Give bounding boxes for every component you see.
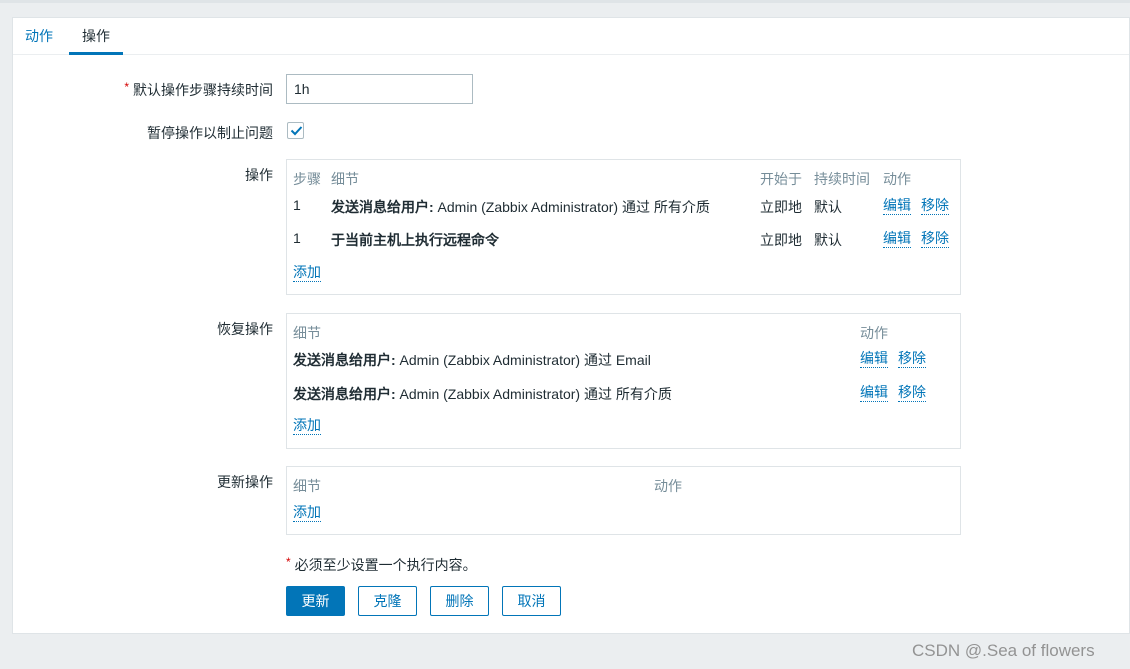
watermark: CSDN @.Sea of flowers bbox=[912, 641, 1095, 660]
update-operations-label: 更新操作 bbox=[217, 474, 273, 490]
delete-button[interactable]: 删除 bbox=[430, 586, 489, 616]
update-operations-table: 细节 动作 添加 bbox=[286, 466, 961, 535]
row2-duration: 默认 bbox=[814, 232, 842, 248]
default-duration-input[interactable] bbox=[286, 74, 473, 104]
pause-suppressed-checkbox[interactable] bbox=[287, 122, 304, 139]
recovery-operations-label: 恢复操作 bbox=[217, 321, 273, 337]
update-add-link[interactable]: 添加 bbox=[293, 504, 321, 522]
action-form-panel: 动作 操作 *默认操作步骤持续时间 暂停操作以制止问题 操作 步骤 细节 开始于… bbox=[12, 17, 1130, 634]
recovery-row1-edit-link[interactable]: 编辑 bbox=[860, 350, 888, 368]
recovery-row2-remove-link[interactable]: 移除 bbox=[898, 384, 926, 402]
row1-duration: 默认 bbox=[814, 199, 842, 215]
update-button[interactable]: 更新 bbox=[286, 586, 345, 616]
row2-remove-link[interactable]: 移除 bbox=[921, 230, 949, 248]
pause-suppressed-label: 暂停操作以制止问题 bbox=[147, 125, 273, 141]
header-start-in: 开始于 bbox=[760, 171, 802, 187]
tab-bar: 动作 操作 bbox=[13, 18, 1129, 55]
header-details: 细节 bbox=[331, 171, 359, 187]
row1-details: 发送消息给用户: Admin (Zabbix Administrator) 通过… bbox=[331, 199, 710, 215]
row2-details: 于当前主机上执行远程命令 bbox=[331, 232, 499, 248]
row1-start-in: 立即地 bbox=[760, 199, 802, 215]
header-details: 细节 bbox=[293, 325, 321, 341]
operations-table: 步骤 细节 开始于 持续时间 动作 1 发送消息给用户: Admin (Zabb… bbox=[286, 159, 961, 295]
clone-button[interactable]: 克隆 bbox=[358, 586, 417, 616]
header-step: 步骤 bbox=[293, 171, 321, 187]
row1-remove-link[interactable]: 移除 bbox=[921, 197, 949, 215]
checkmark-icon bbox=[290, 126, 303, 136]
top-border bbox=[0, 0, 1130, 3]
recovery-operations-table: 细节 动作 发送消息给用户: Admin (Zabbix Administrat… bbox=[286, 313, 961, 449]
row1-edit-link[interactable]: 编辑 bbox=[883, 197, 911, 215]
required-note: * 必须至少设置一个执行内容。 bbox=[286, 555, 477, 573]
recovery-row1-remove-link[interactable]: 移除 bbox=[898, 350, 926, 368]
header-duration: 持续时间 bbox=[814, 171, 870, 187]
cancel-button[interactable]: 取消 bbox=[502, 586, 561, 616]
tab-action[interactable]: 动作 bbox=[13, 18, 65, 55]
row1-step: 1 bbox=[293, 197, 301, 213]
required-mark: * bbox=[124, 80, 129, 94]
recovery-row2-edit-link[interactable]: 编辑 bbox=[860, 384, 888, 402]
recovery-add-link[interactable]: 添加 bbox=[293, 417, 321, 435]
operations-add-link[interactable]: 添加 bbox=[293, 264, 321, 282]
row2-edit-link[interactable]: 编辑 bbox=[883, 230, 911, 248]
header-action: 动作 bbox=[860, 325, 888, 341]
header-action: 动作 bbox=[654, 478, 682, 494]
recovery-row2-details: 发送消息给用户: Admin (Zabbix Administrator) 通过… bbox=[293, 386, 672, 402]
operations-label: 操作 bbox=[245, 167, 273, 183]
header-action: 动作 bbox=[883, 171, 911, 187]
default-duration-label: * 默认操作步骤持续时间 bbox=[124, 80, 273, 98]
recovery-row1-details: 发送消息给用户: Admin (Zabbix Administrator) 通过… bbox=[293, 352, 651, 368]
header-details: 细节 bbox=[293, 478, 321, 494]
row2-step: 1 bbox=[293, 230, 301, 246]
tab-operations[interactable]: 操作 bbox=[69, 18, 123, 55]
row2-start-in: 立即地 bbox=[760, 232, 802, 248]
